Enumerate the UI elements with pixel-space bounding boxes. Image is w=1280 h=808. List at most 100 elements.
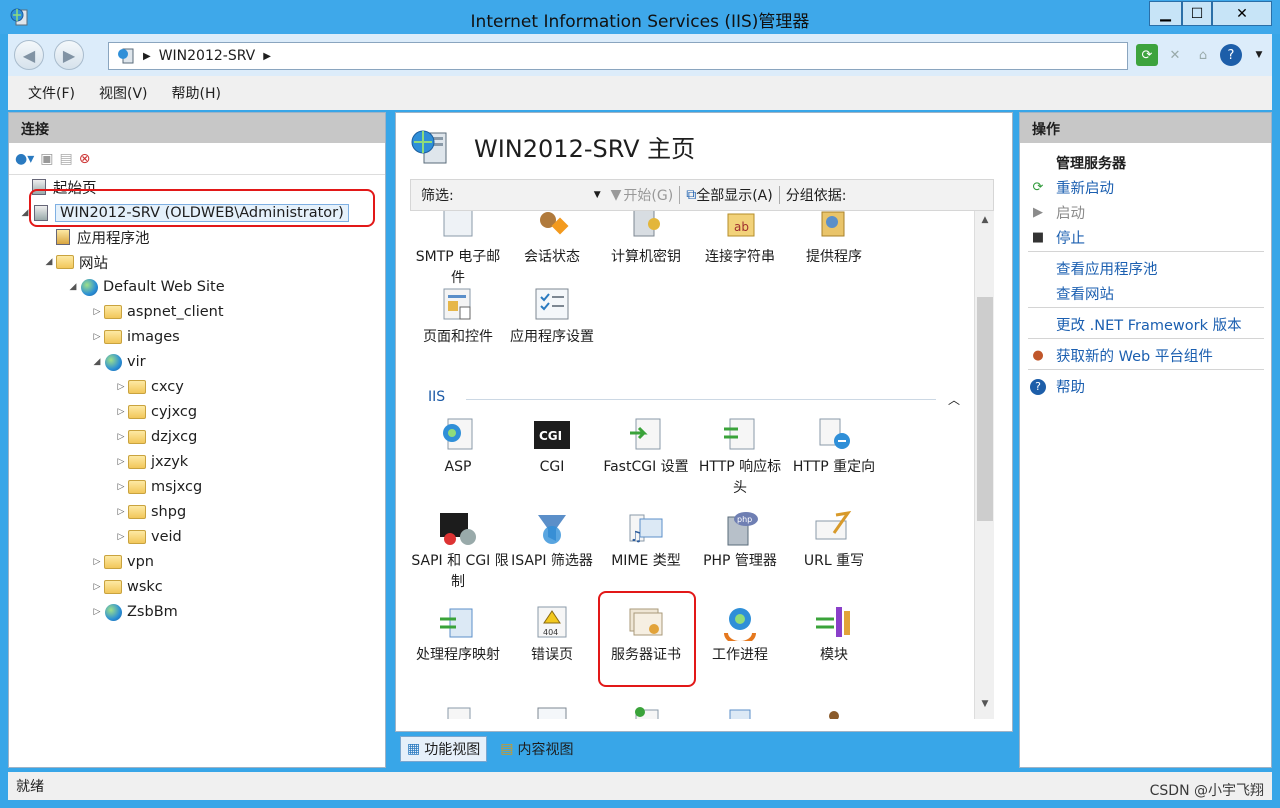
machine-key-icon xyxy=(626,211,666,243)
feature-partial-row-item[interactable] xyxy=(598,701,694,719)
tree-item-sites[interactable]: ◢ 网站 xyxy=(43,250,108,274)
tree-item-jxzyk[interactable]: ▷ jxzyk xyxy=(115,450,189,474)
collapse-arrow-icon[interactable]: ◢ xyxy=(43,257,55,267)
help-icon[interactable]: ? xyxy=(1220,44,1242,66)
expand-arrow-icon[interactable]: ▷ xyxy=(115,382,127,392)
feature-asp[interactable]: ASP xyxy=(410,417,506,478)
feature-partial-row-item[interactable] xyxy=(692,701,788,719)
home-icon[interactable]: ⌂ xyxy=(1192,44,1214,66)
feature-machine-key[interactable]: 计算机密钥 xyxy=(598,211,694,268)
save-icon[interactable]: ▣ xyxy=(40,151,53,167)
help-dropdown-icon[interactable]: ▼ xyxy=(1248,44,1270,66)
start-filter-button[interactable]: 开始(G) xyxy=(623,185,673,205)
scroll-down-icon[interactable]: ▼ xyxy=(977,699,993,715)
chevron-right-icon[interactable]: ▶ xyxy=(263,51,271,62)
expand-arrow-icon[interactable]: ▷ xyxy=(115,482,127,492)
feature-isapi-cgi-restrictions[interactable]: ISAPI 和 CGI 限制 xyxy=(410,511,510,593)
group-label-iis[interactable]: IIS xyxy=(428,389,445,405)
feature-url-rewrite[interactable]: URL 重写 xyxy=(786,511,882,572)
tree-item-aspnet-client[interactable]: ▷ aspnet_client xyxy=(91,300,224,324)
maximize-button[interactable]: ☐ xyxy=(1182,1,1212,26)
tree-item-dzjxcg[interactable]: ▷ dzjxcg xyxy=(115,425,198,449)
tab-content-view[interactable]: ▤ 内容视图 xyxy=(493,736,580,762)
scroll-up-icon[interactable]: ▲ xyxy=(977,215,993,231)
action-help[interactable]: ? 帮助 xyxy=(1030,376,1085,397)
expand-arrow-icon[interactable]: ▷ xyxy=(115,532,127,542)
tree-item-zsbbm[interactable]: ▷ ZsbBm xyxy=(91,600,178,624)
feature-http-response-headers[interactable]: HTTP 响应标头 xyxy=(692,417,788,499)
expand-arrow-icon[interactable]: ▷ xyxy=(91,557,103,567)
action-restart[interactable]: ⟳ 重新启动 xyxy=(1030,177,1114,198)
group-by-label[interactable]: 分组依据: xyxy=(786,185,847,205)
features-scrollbar[interactable]: ▲ ▼ xyxy=(974,211,994,719)
up-icon[interactable]: ▤ xyxy=(59,151,72,167)
action-start[interactable]: ▶ 启动 xyxy=(1030,202,1085,223)
refresh-icon[interactable]: ⟳ xyxy=(1136,44,1158,66)
menu-view[interactable]: 视图(V) xyxy=(99,83,148,103)
tree-item-veid[interactable]: ▷ veid xyxy=(115,525,182,549)
feature-connection-strings[interactable]: ab 连接字符串 xyxy=(692,211,788,268)
tab-features-view[interactable]: ▦ 功能视图 xyxy=(400,736,488,762)
menu-help[interactable]: 帮助(H) xyxy=(172,83,221,103)
action-change-dotnet-version[interactable]: · 更改 .NET Framework 版本 xyxy=(1030,314,1242,335)
feature-modules[interactable]: 模块 xyxy=(786,605,882,666)
expand-arrow-icon[interactable]: ▷ xyxy=(115,507,127,517)
breadcrumb-server[interactable]: WIN2012-SRV xyxy=(159,48,256,64)
show-all-button[interactable]: 全部显示(A) xyxy=(696,185,773,205)
feature-mime-types[interactable]: ♫ MIME 类型 xyxy=(598,511,694,572)
feature-partial-row-item[interactable] xyxy=(504,701,600,719)
connect-icon[interactable]: ●▾ xyxy=(15,151,34,167)
feature-error-pages[interactable]: 404 错误页 xyxy=(504,605,600,666)
tree-item-msjxcg[interactable]: ▷ msjxcg xyxy=(115,475,203,499)
forward-button[interactable]: ▶ xyxy=(54,40,84,70)
back-button[interactable]: ◀ xyxy=(14,40,44,70)
http-redirect-icon xyxy=(814,417,854,453)
address-bar[interactable]: ▶ WIN2012-SRV ▶ xyxy=(108,42,1128,70)
action-view-sites[interactable]: · 查看网站 xyxy=(1030,283,1114,304)
scrollbar-thumb[interactable] xyxy=(977,297,993,521)
feature-partial-row-item[interactable] xyxy=(410,701,506,719)
tree-item-default-web-site[interactable]: ◢ Default Web Site xyxy=(67,275,225,299)
filter-dropdown-icon[interactable]: ▼ xyxy=(594,190,601,200)
tree-item-vpn[interactable]: ▷ vpn xyxy=(91,550,154,574)
collapse-group-icon[interactable]: ︿ xyxy=(948,391,960,408)
expand-arrow-icon[interactable]: ▷ xyxy=(91,307,103,317)
feature-worker-processes[interactable]: 工作进程 xyxy=(692,605,788,666)
action-stop[interactable]: ■ 停止 xyxy=(1030,227,1085,248)
tree-item-shpg[interactable]: ▷ shpg xyxy=(115,500,187,524)
stop-icon[interactable]: ✕ xyxy=(1164,44,1186,66)
expand-arrow-icon[interactable]: ▷ xyxy=(115,407,127,417)
action-get-web-platform[interactable]: ● 获取新的 Web 平台组件 xyxy=(1030,345,1213,366)
close-button[interactable]: ✕ xyxy=(1212,1,1272,26)
expand-arrow-icon[interactable]: ▷ xyxy=(115,432,127,442)
tree-item-images[interactable]: ▷ images xyxy=(91,325,180,349)
feature-fastcgi[interactable]: FastCGI 设置 xyxy=(598,417,694,478)
tree-item-app-pools[interactable]: 应用程序池 xyxy=(53,225,150,249)
feature-cgi[interactable]: CGI CGI xyxy=(504,417,600,478)
feature-pages-controls[interactable]: 页面和控件 xyxy=(410,287,506,348)
tree-item-cxcy[interactable]: ▷ cxcy xyxy=(115,375,184,399)
feature-smtp-email[interactable]: SMTP 电子邮件 xyxy=(410,211,506,289)
expand-arrow-icon[interactable]: ▷ xyxy=(91,332,103,342)
disconnect-icon[interactable]: ⊗ xyxy=(79,151,91,167)
tree-item-vir[interactable]: ◢ vir xyxy=(91,350,146,374)
feature-partial-row-item[interactable] xyxy=(786,701,882,719)
expand-arrow-icon[interactable]: ▷ xyxy=(91,582,103,592)
menu-file[interactable]: 文件(F) xyxy=(28,83,75,103)
collapse-arrow-icon[interactable]: ◢ xyxy=(91,357,103,367)
expand-arrow-icon[interactable]: ▷ xyxy=(115,457,127,467)
feature-php-manager[interactable]: php PHP 管理器 xyxy=(692,511,788,572)
feature-app-settings[interactable]: 应用程序设置 xyxy=(504,287,600,348)
url-rewrite-icon xyxy=(814,511,854,547)
feature-providers[interactable]: 提供程序 xyxy=(786,211,882,268)
collapse-arrow-icon[interactable]: ◢ xyxy=(67,282,79,292)
feature-isapi-filters[interactable]: ISAPI 筛选器 xyxy=(504,511,600,572)
feature-session-state[interactable]: 会话状态 xyxy=(504,211,600,268)
feature-handler-mappings[interactable]: 处理程序映射 xyxy=(410,605,506,666)
tree-item-cyjxcg[interactable]: ▷ cyjxcg xyxy=(115,400,198,424)
tree-item-wskc[interactable]: ▷ wskc xyxy=(91,575,163,599)
expand-arrow-icon[interactable]: ▷ xyxy=(91,607,103,617)
action-view-app-pools[interactable]: · 查看应用程序池 xyxy=(1030,258,1158,279)
feature-http-redirect[interactable]: HTTP 重定向 xyxy=(786,417,882,478)
minimize-button[interactable]: ▁ xyxy=(1149,1,1182,26)
